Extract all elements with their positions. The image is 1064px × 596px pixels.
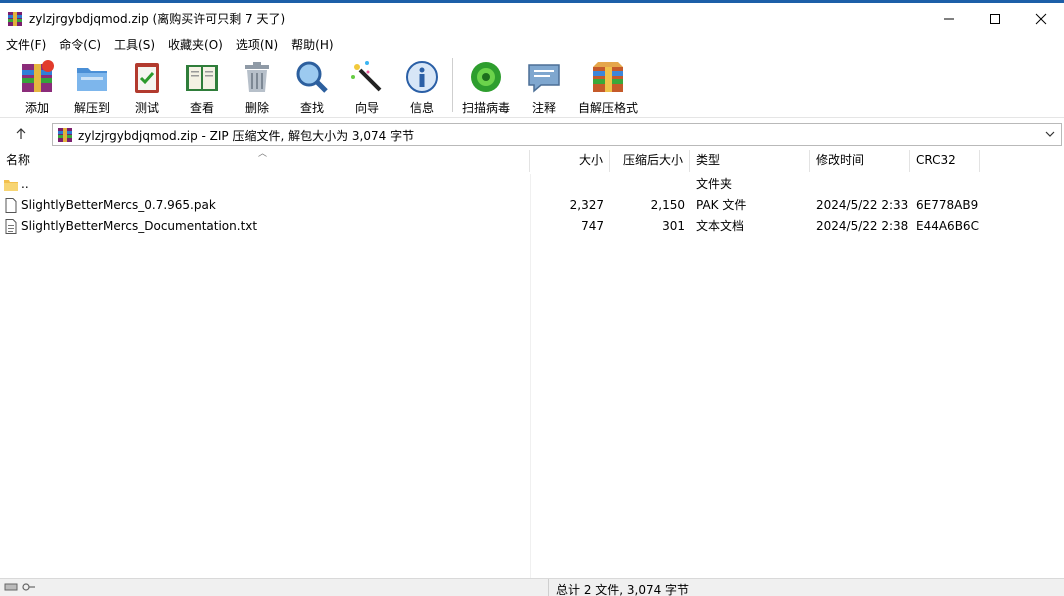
delete-button[interactable]: 删除 bbox=[229, 58, 285, 116]
virus-scan-button[interactable]: 扫描病毒 bbox=[458, 58, 514, 116]
virus-scan-label: 扫描病毒 bbox=[461, 101, 510, 115]
column-name[interactable]: 名称 bbox=[0, 150, 530, 172]
info-label: 信息 bbox=[409, 101, 434, 115]
extract-to-button[interactable]: 解压到 bbox=[64, 58, 120, 116]
title-bar: zylzjrgybdjqmod.zip (离购买许可只剩 7 天了) bbox=[0, 0, 1064, 34]
toolbar-separator bbox=[452, 58, 453, 112]
toolbar: 添加 解压到 测试 查看 删除 查找 向导 信息 扫描病毒 注释 自解压格式 bbox=[0, 54, 1064, 118]
info-button[interactable]: 信息 bbox=[394, 58, 450, 116]
column-packed[interactable]: 压缩后大小 bbox=[610, 150, 690, 172]
info-icon bbox=[406, 61, 438, 93]
comment-button[interactable]: 注释 bbox=[516, 58, 572, 116]
file-list-header: ︿ 名称 大小 压缩后大小 类型 修改时间 CRC32 bbox=[0, 149, 1064, 172]
test-button[interactable]: 测试 bbox=[119, 58, 175, 116]
find-button[interactable]: 查找 bbox=[284, 58, 340, 116]
file-packed-size: 2,150 bbox=[650, 198, 685, 212]
file-size: 2,327 bbox=[569, 198, 604, 212]
add-button[interactable]: 添加 bbox=[9, 58, 65, 116]
status-divider bbox=[548, 579, 549, 596]
column-type-label: 类型 bbox=[696, 153, 721, 167]
file-icon bbox=[5, 198, 17, 213]
trash-icon bbox=[245, 62, 269, 92]
file-crc: 6E778AB9 bbox=[916, 198, 979, 212]
up-arrow-icon bbox=[16, 128, 26, 139]
find-label: 查找 bbox=[299, 101, 324, 115]
column-divider bbox=[530, 174, 531, 578]
winrar-app-icon bbox=[8, 12, 22, 26]
close-button[interactable] bbox=[1018, 3, 1064, 34]
menu-bar: 文件(F) 命令(C) 工具(S) 收藏夹(O) 选项(N) 帮助(H) bbox=[0, 34, 1064, 54]
column-size-label: 大小 bbox=[578, 153, 603, 167]
close-icon bbox=[1035, 13, 1047, 24]
sfx-archive-icon bbox=[593, 62, 623, 92]
window-title: zylzjrgybdjqmod.zip (离购买许可只剩 7 天了) bbox=[29, 12, 286, 26]
wizard-button[interactable]: 向导 bbox=[339, 58, 395, 116]
menu-options[interactable]: 选项(N) bbox=[236, 36, 278, 53]
file-crc: E44A6B6C bbox=[916, 219, 979, 233]
view-book-icon bbox=[186, 65, 218, 91]
status-bar: 总计 2 文件, 3,074 字节 bbox=[0, 578, 1064, 596]
status-total: 总计 2 文件, 3,074 字节 bbox=[556, 583, 690, 596]
text-file-icon bbox=[5, 219, 17, 234]
list-item[interactable]: SlightlyBetterMercs_0.7.965.pak 2,327 2,… bbox=[0, 195, 1064, 216]
column-name-label: 名称 bbox=[6, 153, 31, 167]
file-name: SlightlyBetterMercs_Documentation.txt bbox=[21, 219, 258, 233]
comment-label: 注释 bbox=[531, 101, 556, 115]
column-type[interactable]: 类型 bbox=[690, 150, 810, 172]
minimize-button[interactable] bbox=[926, 3, 972, 34]
zip-archive-icon bbox=[58, 128, 72, 142]
sfx-label: 自解压格式 bbox=[577, 101, 638, 115]
virus-scan-icon bbox=[471, 62, 501, 92]
extract-to-label: 解压到 bbox=[73, 101, 110, 115]
folder-icon bbox=[4, 180, 18, 191]
address-bar: zylzjrgybdjqmod.zip - ZIP 压缩文件, 解包大小为 3,… bbox=[0, 120, 1064, 148]
drive-icon bbox=[4, 583, 18, 591]
up-button[interactable] bbox=[8, 124, 34, 144]
view-label: 查看 bbox=[189, 101, 214, 115]
menu-help[interactable]: 帮助(H) bbox=[291, 36, 333, 53]
magnifier-icon bbox=[296, 61, 328, 93]
wizard-wand-icon bbox=[351, 61, 382, 92]
maximize-button[interactable] bbox=[972, 3, 1018, 34]
file-list: .. 文件夹 SlightlyBetterMercs_0.7.965.pak 2… bbox=[0, 174, 1064, 578]
extract-folder-icon bbox=[77, 68, 107, 91]
chevron-down-icon[interactable] bbox=[1043, 127, 1057, 141]
comment-icon bbox=[528, 64, 560, 93]
column-crc32[interactable]: CRC32 bbox=[910, 150, 980, 172]
delete-label: 删除 bbox=[244, 101, 269, 115]
sfx-button[interactable]: 自解压格式 bbox=[576, 58, 640, 116]
list-item[interactable]: .. 文件夹 bbox=[0, 174, 1064, 195]
menu-file[interactable]: 文件(F) bbox=[6, 36, 46, 53]
file-type: PAK 文件 bbox=[696, 198, 747, 212]
file-name: SlightlyBetterMercs_0.7.965.pak bbox=[21, 198, 216, 212]
test-label: 测试 bbox=[134, 101, 159, 115]
add-label: 添加 bbox=[24, 101, 49, 115]
menu-tools[interactable]: 工具(S) bbox=[114, 36, 155, 53]
column-packed-label: 压缩后大小 bbox=[622, 153, 683, 167]
add-archive-icon bbox=[22, 60, 54, 92]
key-icon bbox=[22, 583, 35, 591]
maximize-icon bbox=[990, 13, 1000, 24]
test-clipboard-icon bbox=[135, 63, 159, 93]
file-size: 747 bbox=[581, 219, 604, 233]
minimize-icon bbox=[944, 18, 954, 19]
column-modified[interactable]: 修改时间 bbox=[810, 150, 910, 172]
address-field[interactable]: zylzjrgybdjqmod.zip - ZIP 压缩文件, 解包大小为 3,… bbox=[52, 123, 1062, 146]
menu-favorites[interactable]: 收藏夹(O) bbox=[168, 36, 223, 53]
column-size[interactable]: 大小 bbox=[530, 150, 610, 172]
menu-command[interactable]: 命令(C) bbox=[59, 36, 101, 53]
file-name: .. bbox=[21, 177, 29, 191]
column-crc32-label: CRC32 bbox=[916, 153, 956, 167]
list-item[interactable]: SlightlyBetterMercs_Documentation.txt 74… bbox=[0, 216, 1064, 237]
file-type: 文本文档 bbox=[696, 219, 745, 233]
file-modified: 2024/5/22 2:38 bbox=[816, 219, 909, 233]
address-text: zylzjrgybdjqmod.zip - ZIP 压缩文件, 解包大小为 3,… bbox=[78, 129, 415, 143]
file-type: 文件夹 bbox=[696, 177, 733, 191]
wizard-label: 向导 bbox=[354, 101, 379, 115]
file-modified: 2024/5/22 2:33 bbox=[816, 198, 909, 212]
column-modified-label: 修改时间 bbox=[816, 153, 865, 167]
status-icons bbox=[4, 581, 36, 596]
file-packed-size: 301 bbox=[662, 219, 685, 233]
view-button[interactable]: 查看 bbox=[174, 58, 230, 116]
